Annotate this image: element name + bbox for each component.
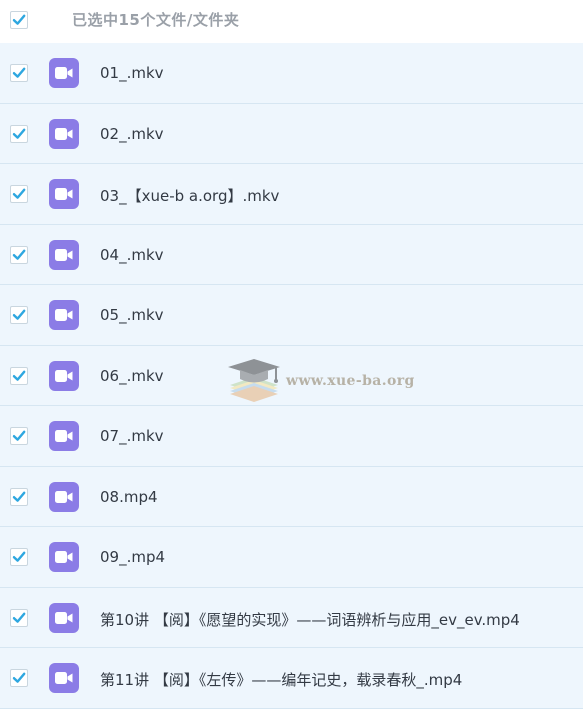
checkmark-icon [12,188,26,199]
select-all-checkbox[interactable] [10,11,28,29]
checkmark-icon [12,128,26,139]
file-row[interactable]: 07_.mkv [0,406,583,467]
file-checkbox[interactable] [10,427,28,445]
checkmark-icon [12,491,26,502]
video-file-icon [49,360,79,391]
checkmark-icon [12,551,26,562]
file-checkbox[interactable] [10,487,28,506]
graduation-cap-books-icon [228,359,280,402]
video-file-icon [49,481,79,512]
file-checkbox[interactable] [10,306,28,324]
file-name: 06_.mkv [100,366,164,385]
file-name: 第11讲 【阅】《左传》——编年记史，载录春秋_.mp4 [100,671,463,689]
checkmark-icon [12,430,26,441]
checkmark-icon [12,309,26,320]
checkmark-icon [12,612,26,623]
file-checkbox[interactable] [10,64,28,82]
file-name: 02_.mkv [100,124,164,143]
checkmark-icon [12,672,26,683]
file-checkbox[interactable] [10,185,28,203]
file-row[interactable]: 第10讲 【阅】《愿望的实现》——词语辨析与应用_ev_ev.mp4 [0,587,583,648]
file-checkbox[interactable] [10,669,28,687]
selection-count-label: 已选中15个文件/文件夹 [72,11,240,29]
camera-icon [55,67,73,79]
file-row[interactable]: 第11讲 【阅】《左传》——编年记史，载录春秋_.mp4 [0,648,583,709]
file-row[interactable]: 08.mp4 [0,466,583,527]
file-name: 第10讲 【阅】《愿望的实现》——词语辨析与应用_ev_ev.mp4 [100,610,520,629]
watermark-text: www.xue-ba.org [286,373,415,389]
file-name: 09_.mp4 [100,548,166,566]
camera-icon [55,369,73,382]
file-name: 05_.mkv [100,306,164,324]
camera-icon [55,430,73,442]
watermark: www.xue-ba.org [224,355,424,407]
file-name: 08.mp4 [100,487,158,506]
file-row[interactable]: 03_【xue-b a.org】.mkv [0,164,583,225]
file-checkbox[interactable] [10,548,28,566]
checkmark-icon [12,370,26,381]
video-file-icon [49,542,79,572]
file-checkbox[interactable] [10,608,28,627]
video-file-icon [49,602,79,633]
camera-icon [55,551,73,563]
file-row[interactable]: 01_.mkv [0,43,583,104]
video-file-icon [49,239,79,270]
camera-icon [55,672,73,684]
camera-icon [55,248,73,261]
file-name: 07_.mkv [100,427,164,445]
file-list-page: 已选中15个文件/文件夹 01_.mkv 02_.mkv 03_【xue-b a.o… [0,0,583,717]
video-file-icon [49,58,79,88]
file-row[interactable]: 04_.mkv [0,224,583,285]
video-file-icon [49,118,79,149]
selection-header: 已选中15个文件/文件夹 [0,0,583,42]
checkmark-icon [12,249,26,260]
camera-icon [55,188,73,200]
video-file-icon [49,179,79,209]
camera-icon [55,127,73,140]
checkmark-icon [12,67,26,78]
file-row[interactable]: 02_.mkv [0,103,583,164]
file-row[interactable]: 05_.mkv [0,285,583,346]
video-file-icon [49,421,79,451]
camera-icon [55,309,73,321]
camera-icon [55,490,73,503]
file-name: 01_.mkv [100,64,164,82]
file-checkbox[interactable] [10,124,28,143]
checkmark-icon [12,14,26,25]
file-row[interactable]: 09_.mp4 [0,527,583,588]
file-name: 04_.mkv [100,245,164,264]
file-name: 03_【xue-b a.org】.mkv [100,187,280,205]
file-checkbox[interactable] [10,366,28,385]
file-checkbox[interactable] [10,245,28,264]
video-file-icon [49,300,79,330]
camera-icon [55,611,73,624]
video-file-icon [49,663,79,693]
